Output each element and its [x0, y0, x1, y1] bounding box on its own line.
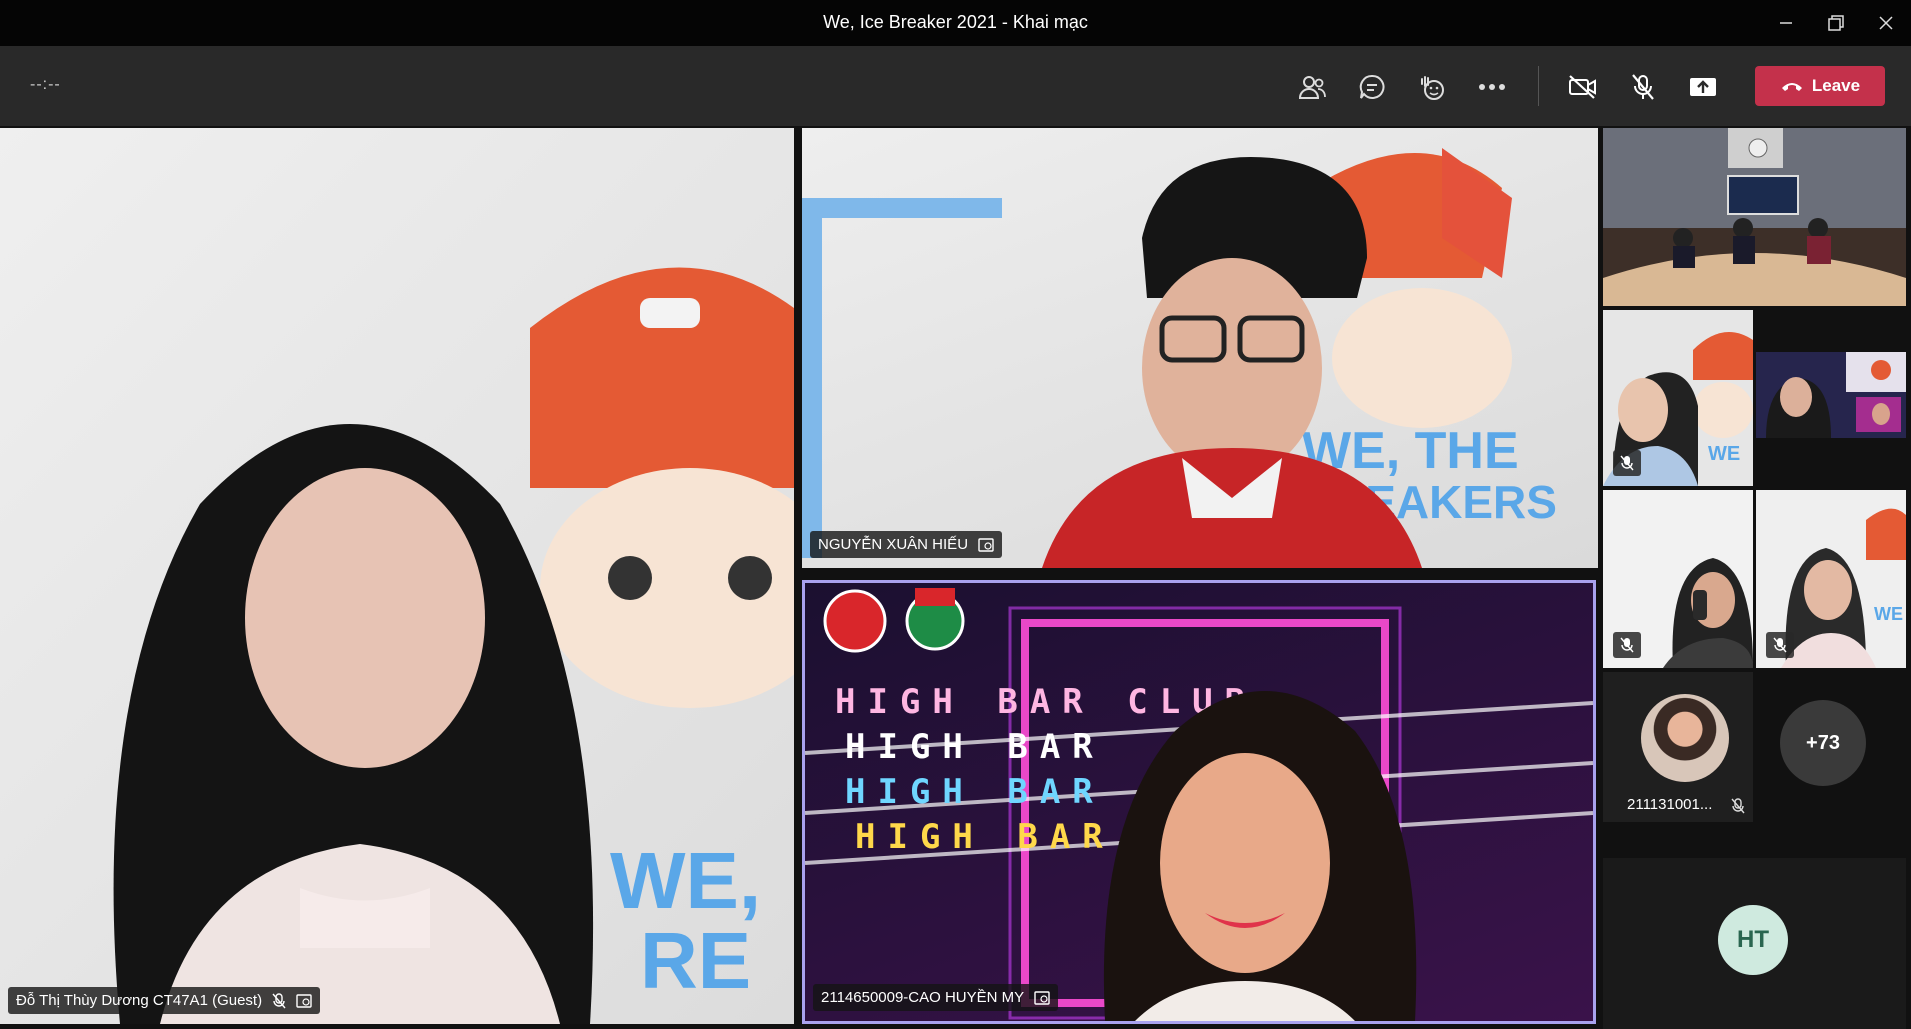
video-feed: HIGH BAR CLUB HIGH BAR HIGH BAR HIGH BAR — [805, 588, 1593, 1021]
mic-off-icon — [1773, 637, 1787, 653]
camera-off-icon[interactable] — [1564, 68, 1602, 106]
participant-name: NGUYỄN XUÂN HIẾU — [818, 536, 969, 553]
neon-text-line: HIGH BAR — [855, 817, 1115, 857]
participant-thumbnail[interactable]: WE — [1603, 310, 1753, 486]
video-feed — [1603, 128, 1906, 306]
svg-text:RE: RE — [640, 916, 751, 1005]
more-options-icon[interactable] — [1473, 68, 1511, 106]
participant-avatar-tile[interactable]: 211131001... — [1603, 672, 1753, 822]
video-feed: WE, RE — [113, 267, 794, 1024]
mic-off-icon — [1620, 455, 1634, 471]
reactions-icon[interactable] — [1413, 68, 1451, 106]
video-feed: WE, THE REAKERS — [802, 148, 1557, 568]
title-bar: We, Ice Breaker 2021 - Khai mạc — [0, 0, 1911, 46]
participant-video-active-speaker[interactable]: HIGH BAR CLUB HIGH BAR HIGH BAR HIGH BAR… — [802, 580, 1596, 1024]
restore-icon[interactable] — [1811, 0, 1861, 46]
pin-participant-icon[interactable] — [978, 537, 994, 552]
video-feed — [1756, 352, 1906, 438]
participant-name: 211131001... — [1627, 796, 1713, 813]
more-participants-button[interactable]: +73 — [1780, 700, 1866, 786]
participant-name-tag: 2114650009-CAO HUYỀN MY — [813, 984, 1059, 1011]
svg-text:WE,: WE, — [610, 836, 761, 925]
participant-name: 2114650009-CAO HUYỀN MY — [821, 989, 1025, 1006]
self-avatar-initials: HT — [1718, 905, 1788, 975]
leave-label: Leave — [1811, 76, 1861, 95]
mic-off-indicator — [1613, 450, 1641, 476]
phone-hangup-icon — [1781, 83, 1802, 91]
avatar — [1641, 694, 1729, 782]
window-title: We, Ice Breaker 2021 - Khai mạc — [823, 12, 1088, 32]
mic-off-icon — [1731, 798, 1745, 814]
meeting-toolbar: --:-- Leave — [0, 46, 1911, 126]
mic-off-indicator — [1766, 632, 1794, 658]
pin-participant-icon[interactable] — [1034, 990, 1050, 1005]
participant-thumbnail[interactable]: WE — [1756, 490, 1906, 668]
mic-off-icon — [1620, 637, 1634, 653]
mic-off-icon[interactable] — [1624, 68, 1662, 106]
participant-name-tag: Đỗ Thị Thùy Dương CT47A1 (Guest) — [8, 987, 321, 1014]
mic-off-indicator — [1613, 632, 1641, 658]
minimize-icon[interactable] — [1761, 0, 1811, 46]
participant-name: Đỗ Thị Thùy Dương CT47A1 (Guest) — [16, 992, 263, 1009]
svg-text:WE: WE — [1708, 443, 1740, 465]
toolbar-divider — [1538, 66, 1539, 106]
chat-icon[interactable] — [1353, 68, 1391, 106]
participant-thumbnail[interactable] — [1756, 352, 1906, 438]
participant-thumbnail[interactable] — [1603, 490, 1753, 668]
participant-name-tag: NGUYỄN XUÂN HIẾU — [810, 531, 1003, 558]
pin-participant-icon[interactable] — [296, 993, 312, 1008]
participant-video-top[interactable]: WE, THE REAKERS NGUYỄN XUÂN HIẾU — [802, 128, 1598, 568]
neon-text-line: HIGH BAR CLUB — [835, 682, 1257, 722]
neon-text-line: HIGH BAR — [845, 727, 1105, 767]
participant-video-room[interactable] — [1603, 128, 1906, 306]
participant-video-main[interactable]: WE, RE Đỗ Thị Thùy Dương CT47A1 (Guest) — [0, 128, 794, 1024]
participants-icon[interactable] — [1293, 68, 1331, 106]
meeting-timer: --:-- — [30, 76, 61, 93]
svg-text:WE: WE — [1874, 604, 1903, 624]
close-icon[interactable] — [1861, 0, 1911, 46]
mic-off-icon — [272, 992, 286, 1008]
leave-button[interactable]: Leave — [1755, 66, 1885, 106]
neon-text-line: HIGH BAR — [845, 772, 1105, 812]
share-screen-icon[interactable] — [1684, 68, 1722, 106]
